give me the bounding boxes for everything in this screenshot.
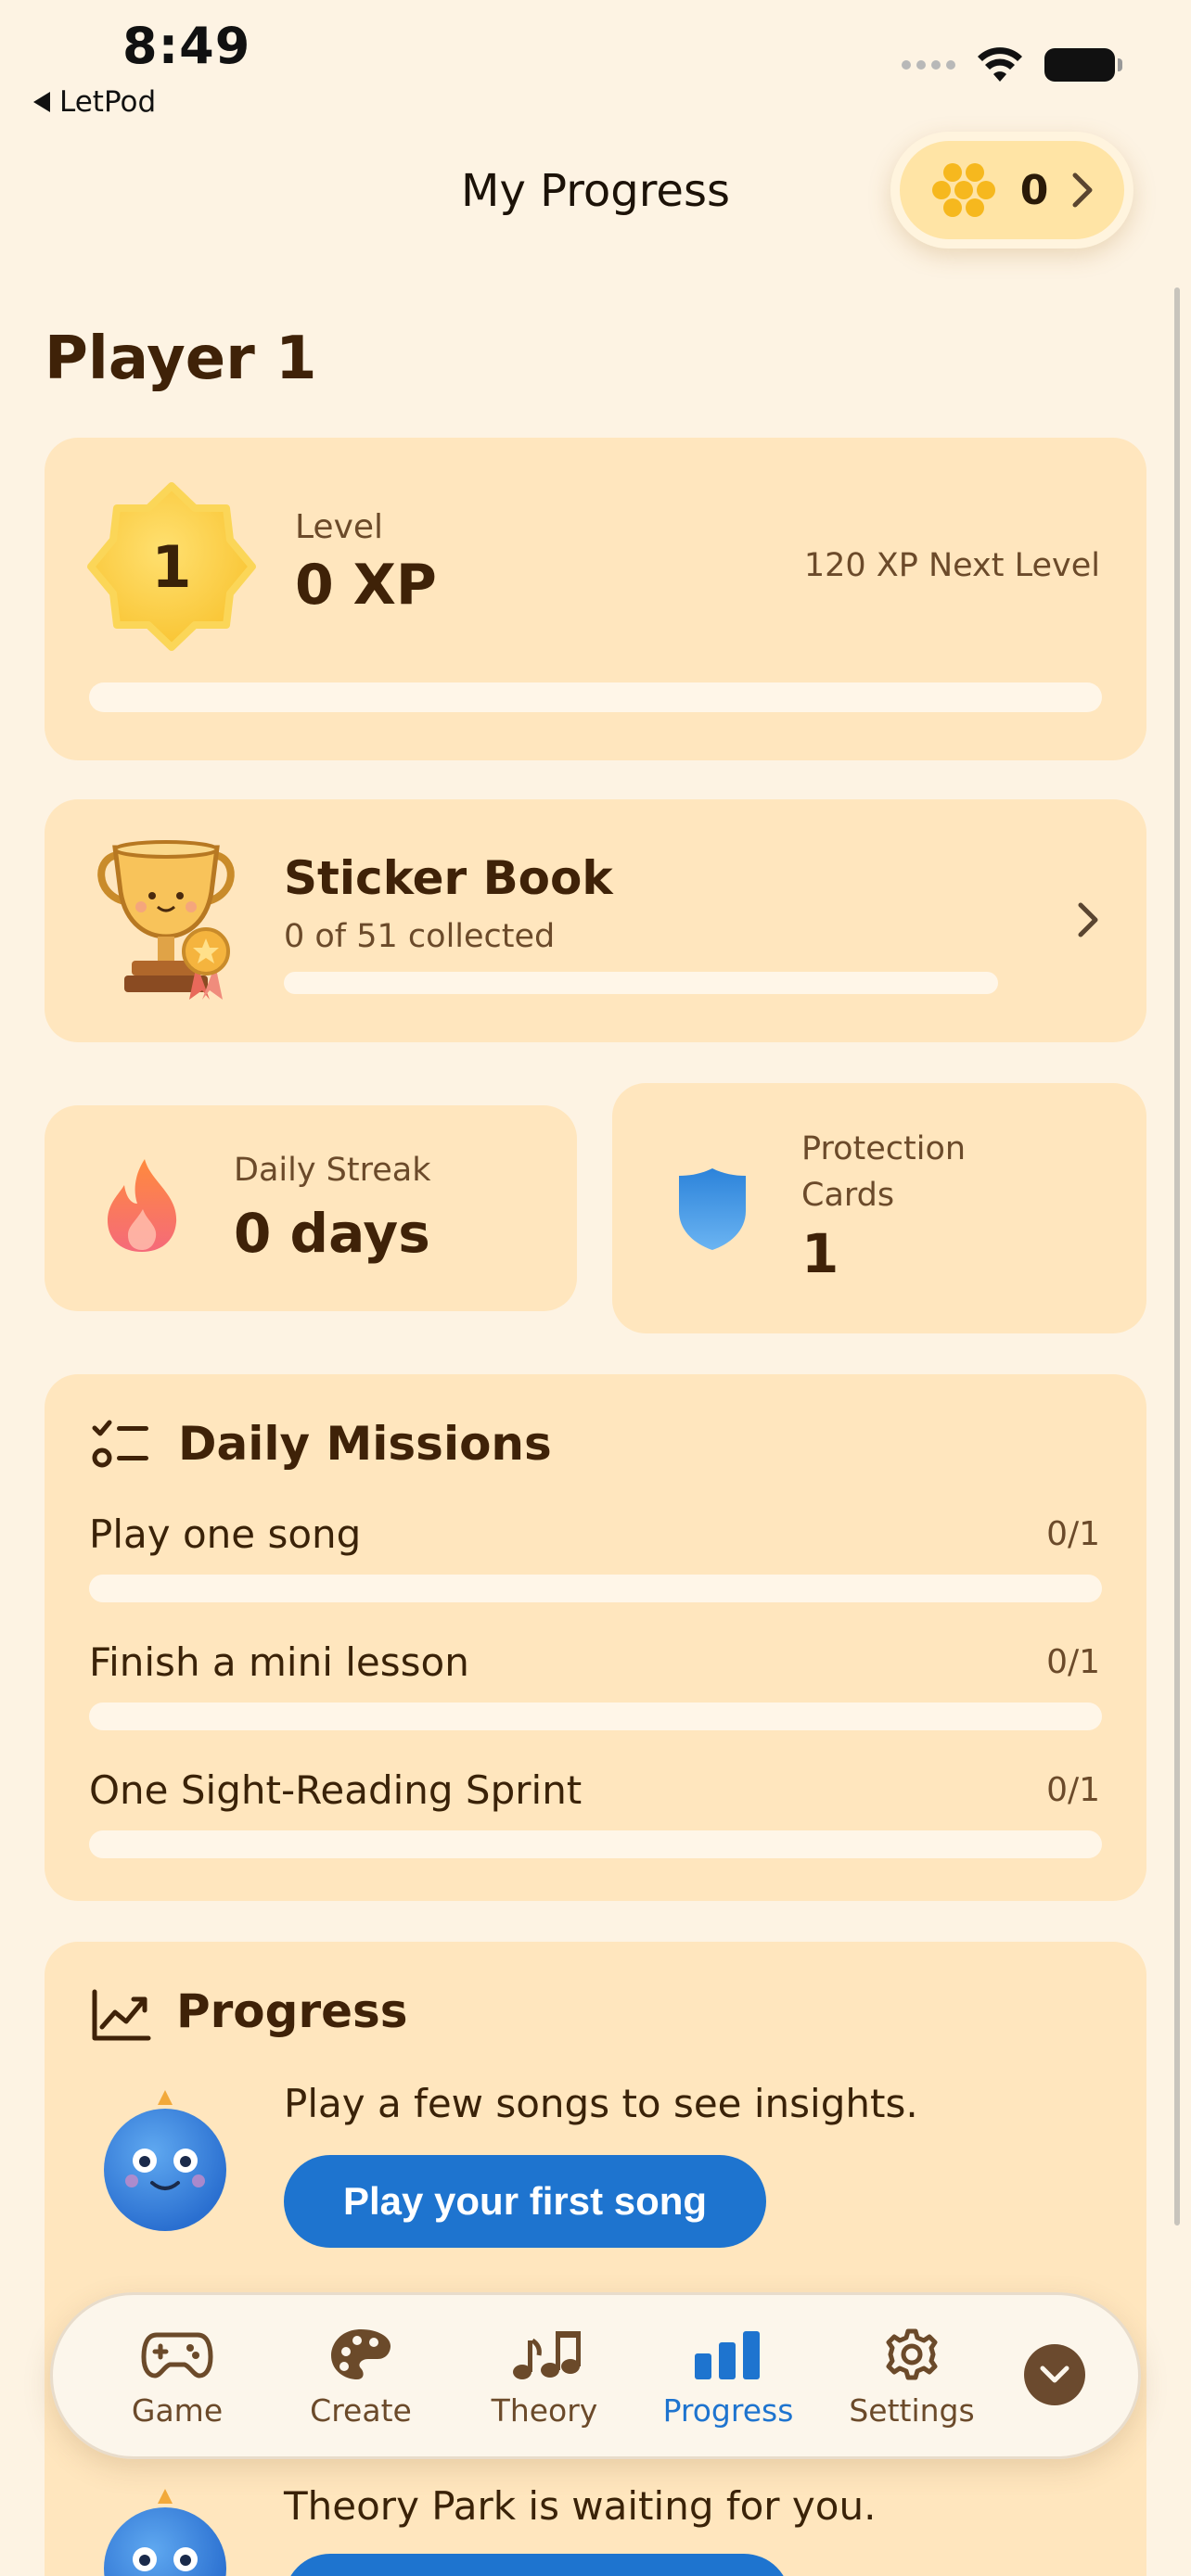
trend-chart-icon: [92, 1989, 151, 2041]
tab-label: Create: [310, 2392, 412, 2429]
streak-value: 0 days: [234, 1202, 430, 1265]
chevron-right-icon: [1078, 902, 1098, 937]
battery-icon: [1044, 48, 1122, 82]
protection-label: Protection Cards: [801, 1130, 967, 1214]
tab-settings[interactable]: Settings: [824, 2326, 1000, 2429]
back-arrow-icon: [33, 92, 50, 112]
back-to-app-link[interactable]: LetPod: [33, 85, 156, 119]
scroll-indicator[interactable]: [1174, 287, 1180, 2225]
level-number: 1: [151, 532, 192, 601]
collapse-tabbar-button[interactable]: [1024, 2344, 1085, 2405]
mission-progress-bar: [89, 1702, 1102, 1730]
level-progress-bar: [89, 682, 1102, 712]
honeycomb-coins-icon: [931, 163, 995, 217]
bar-chart-icon: [695, 2331, 760, 2379]
status-time: 8:49: [122, 17, 251, 75]
trophy-icon: [97, 840, 235, 1000]
mission-count: 0/1: [1046, 1643, 1100, 1681]
mission-count: 0/1: [1046, 1771, 1100, 1809]
mission-label: One Sight-Reading Sprint: [89, 1767, 583, 1813]
chevron-right-icon: [1072, 172, 1093, 208]
sticker-progress-bar: [284, 972, 998, 994]
tab-progress[interactable]: Progress: [640, 2326, 816, 2429]
mission-count: 0/1: [1046, 1515, 1100, 1553]
coin-count: 0: [1019, 166, 1049, 214]
level-xp: 0 XP: [295, 553, 437, 618]
status-icons: [902, 46, 1122, 83]
streak-label: Daily Streak: [234, 1152, 431, 1189]
play-first-song-button[interactable]: Play your first song: [284, 2155, 766, 2248]
daily-missions-title: Daily Missions: [178, 1417, 552, 1471]
gear-icon: [886, 2328, 938, 2380]
theory-park-text: Theory Park is waiting for you.: [284, 2483, 877, 2529]
tab-label: Progress: [662, 2392, 794, 2429]
back-app-label: LetPod: [59, 85, 157, 119]
checklist-icon: [92, 1420, 148, 1468]
mission-label: Play one song: [89, 1511, 362, 1557]
sticker-book-title: Sticker Book: [284, 851, 613, 905]
palette-icon: [331, 2329, 391, 2379]
tab-label: Theory: [491, 2392, 598, 2429]
theory-park-button[interactable]: [284, 2554, 790, 2576]
level-label: Level: [295, 508, 384, 546]
player-name: Player 1: [45, 325, 317, 393]
tab-create[interactable]: Create: [273, 2326, 449, 2429]
coins-button[interactable]: 0: [890, 132, 1133, 249]
mascot-icon: [104, 2090, 226, 2231]
next-level-xp: 120 XP Next Level: [803, 547, 1100, 584]
protection-value: 1: [801, 1222, 839, 1285]
shield-icon: [679, 1168, 746, 1250]
progress-title: Progress: [176, 1984, 408, 2038]
wifi-icon: [978, 47, 1022, 82]
tab-theory[interactable]: Theory: [456, 2326, 633, 2429]
tab-game[interactable]: Game: [89, 2326, 265, 2429]
tab-label: Game: [131, 2392, 224, 2429]
insight-text: Play a few songs to see insights.: [284, 2081, 918, 2126]
gamepad-icon: [141, 2332, 213, 2378]
flame-icon: [108, 1159, 177, 1252]
chevron-down-icon: [1040, 2366, 1069, 2383]
mission-progress-bar: [89, 1830, 1102, 1858]
music-notes-icon: [513, 2331, 581, 2379]
sticker-book-count: 0 of 51 collected: [284, 918, 556, 955]
tab-label: Settings: [849, 2392, 975, 2429]
mission-progress-bar: [89, 1575, 1102, 1602]
mission-label: Finish a mini lesson: [89, 1639, 469, 1685]
mascot-icon: [104, 2489, 226, 2576]
cellular-signal-icon: [902, 60, 955, 70]
